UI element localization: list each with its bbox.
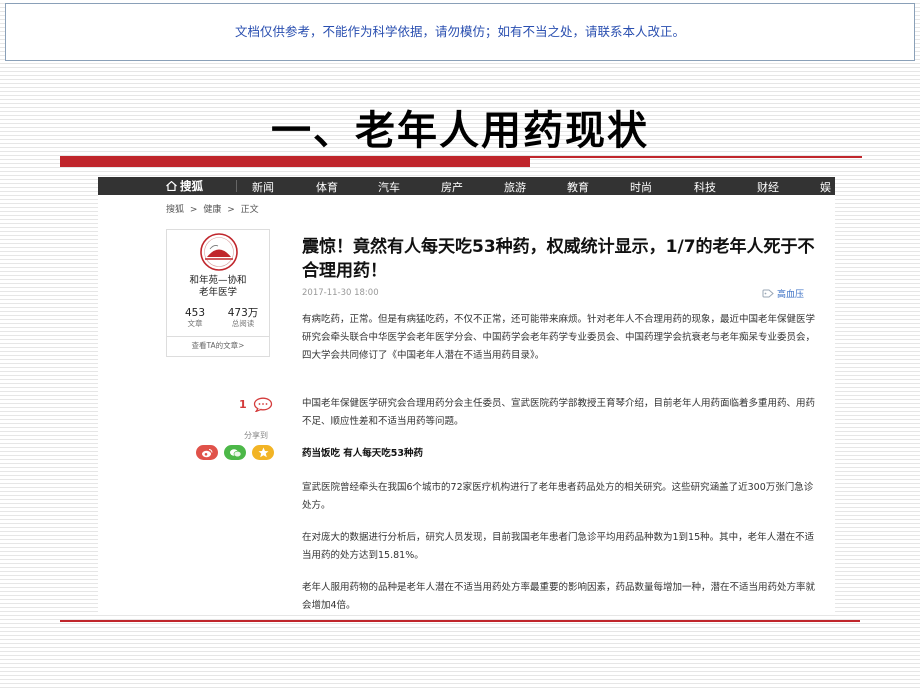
breadcrumb: 搜狐 > 健康 > 正文 xyxy=(166,202,262,215)
author-card: 和年苑—协和 老年医学 453 文章 473万 总阅读 查看TA的文章> xyxy=(166,229,270,357)
site-logo-text: 搜狐 xyxy=(180,179,203,193)
nav-item-news[interactable]: 新闻 xyxy=(252,179,274,195)
article-title: 震惊！竟然有人每天吃53种药，权威统计显示，1/7的老年人死于不合理用药！ xyxy=(302,237,815,281)
author-name-line2: 老年医学 xyxy=(198,287,237,298)
breadcrumb-health[interactable]: 健康 xyxy=(203,205,221,215)
nav-item-tech[interactable]: 科技 xyxy=(694,179,716,195)
bottom-divider xyxy=(60,620,860,622)
breadcrumb-separator: > xyxy=(227,205,235,215)
site-logo[interactable]: 搜狐 xyxy=(166,178,203,194)
comment-button[interactable]: 1 xyxy=(239,397,273,412)
nav-item-travel[interactable]: 旅游 xyxy=(504,179,526,195)
share-buttons xyxy=(196,445,274,460)
article-tag-label: 高血压 xyxy=(777,290,805,300)
article-count-label: 文章 xyxy=(187,319,203,328)
qzone-share-icon[interactable] xyxy=(252,445,274,460)
article-paragraph: 有病吃药，正常。但是有病猛吃药，不仅不正常，还可能带来麻烦。针对老年人不合理用药… xyxy=(302,314,816,361)
comment-icon xyxy=(253,397,272,412)
article-count: 453 xyxy=(184,307,206,319)
site-top-nav: 搜狐 新闻 体育 汽车 房产 旅游 教育 时尚 科技 财经 娱 xyxy=(98,177,835,195)
breadcrumb-home[interactable]: 搜狐 xyxy=(166,205,184,215)
nav-item-house[interactable]: 房产 xyxy=(441,179,463,195)
article-date: 2017-11-30 18:00 xyxy=(302,288,379,298)
nav-item-finance[interactable]: 财经 xyxy=(757,179,779,195)
article-paragraph: 老年人服用药物的品种是老年人潜在不适当用药处方率最重要的影响因素，药品数量每增加… xyxy=(302,582,816,611)
nav-item-fashion[interactable]: 时尚 xyxy=(630,179,652,195)
home-icon xyxy=(166,181,177,191)
view-author-articles-link[interactable]: 查看TA的文章> xyxy=(167,336,269,356)
slide-title: 一、老年人用药现状 xyxy=(271,108,649,154)
title-underline-thin xyxy=(530,156,862,158)
author-name-line1: 和年苑—协和 xyxy=(189,275,247,286)
article-screenshot: 搜狐 新闻 体育 汽车 房产 旅游 教育 时尚 科技 财经 娱 搜狐 > 健康 … xyxy=(98,177,835,614)
article-count-stat: 453 文章 xyxy=(170,307,220,329)
nav-item-education[interactable]: 教育 xyxy=(567,179,589,195)
reads-count-stat: 473万 总阅读 xyxy=(218,307,268,329)
breadcrumb-separator: > xyxy=(189,205,198,215)
comment-count: 1 xyxy=(239,398,247,411)
disclaimer-banner: 文档仅供参考，不能作为科学依据，请勿模仿；如有不当之处，请联系本人改正。 xyxy=(5,3,915,61)
tag-icon xyxy=(762,289,774,298)
article-paragraph: 在对庞大的数据进行分析后，研究人员发现，目前我国老年患者门急诊平均用药品种数为1… xyxy=(302,532,815,561)
nav-item-sports[interactable]: 体育 xyxy=(316,179,338,195)
breadcrumb-current: 正文 xyxy=(240,205,259,215)
nav-item-auto[interactable]: 汽车 xyxy=(378,179,400,195)
article-tag[interactable]: 高血压 xyxy=(762,287,804,300)
nav-divider xyxy=(236,180,237,192)
share-label: 分享到 xyxy=(244,431,268,440)
title-underline-thick xyxy=(60,156,530,167)
reads-count: 473万 xyxy=(227,307,259,319)
article-paragraph: 宣武医院曾经牵头在我国6个城市的72家医疗机构进行了老年患者药品处方的相关研究。… xyxy=(302,482,814,511)
author-name[interactable]: 和年苑—协和 老年医学 xyxy=(167,275,269,299)
article-subheading: 药当饭吃 有人每天吃53种药 xyxy=(302,448,424,459)
article-paragraph: 中国老年保健医学研究会合理用药分会主任委员、宣武医院药学部教授王育琴介绍，目前老… xyxy=(302,398,816,427)
weibo-share-icon[interactable] xyxy=(196,445,218,460)
wechat-share-icon[interactable] xyxy=(224,445,246,460)
reads-count-label: 总阅读 xyxy=(231,319,255,328)
author-avatar[interactable] xyxy=(194,232,244,272)
nav-item-entertainment[interactable]: 娱 xyxy=(820,179,831,195)
